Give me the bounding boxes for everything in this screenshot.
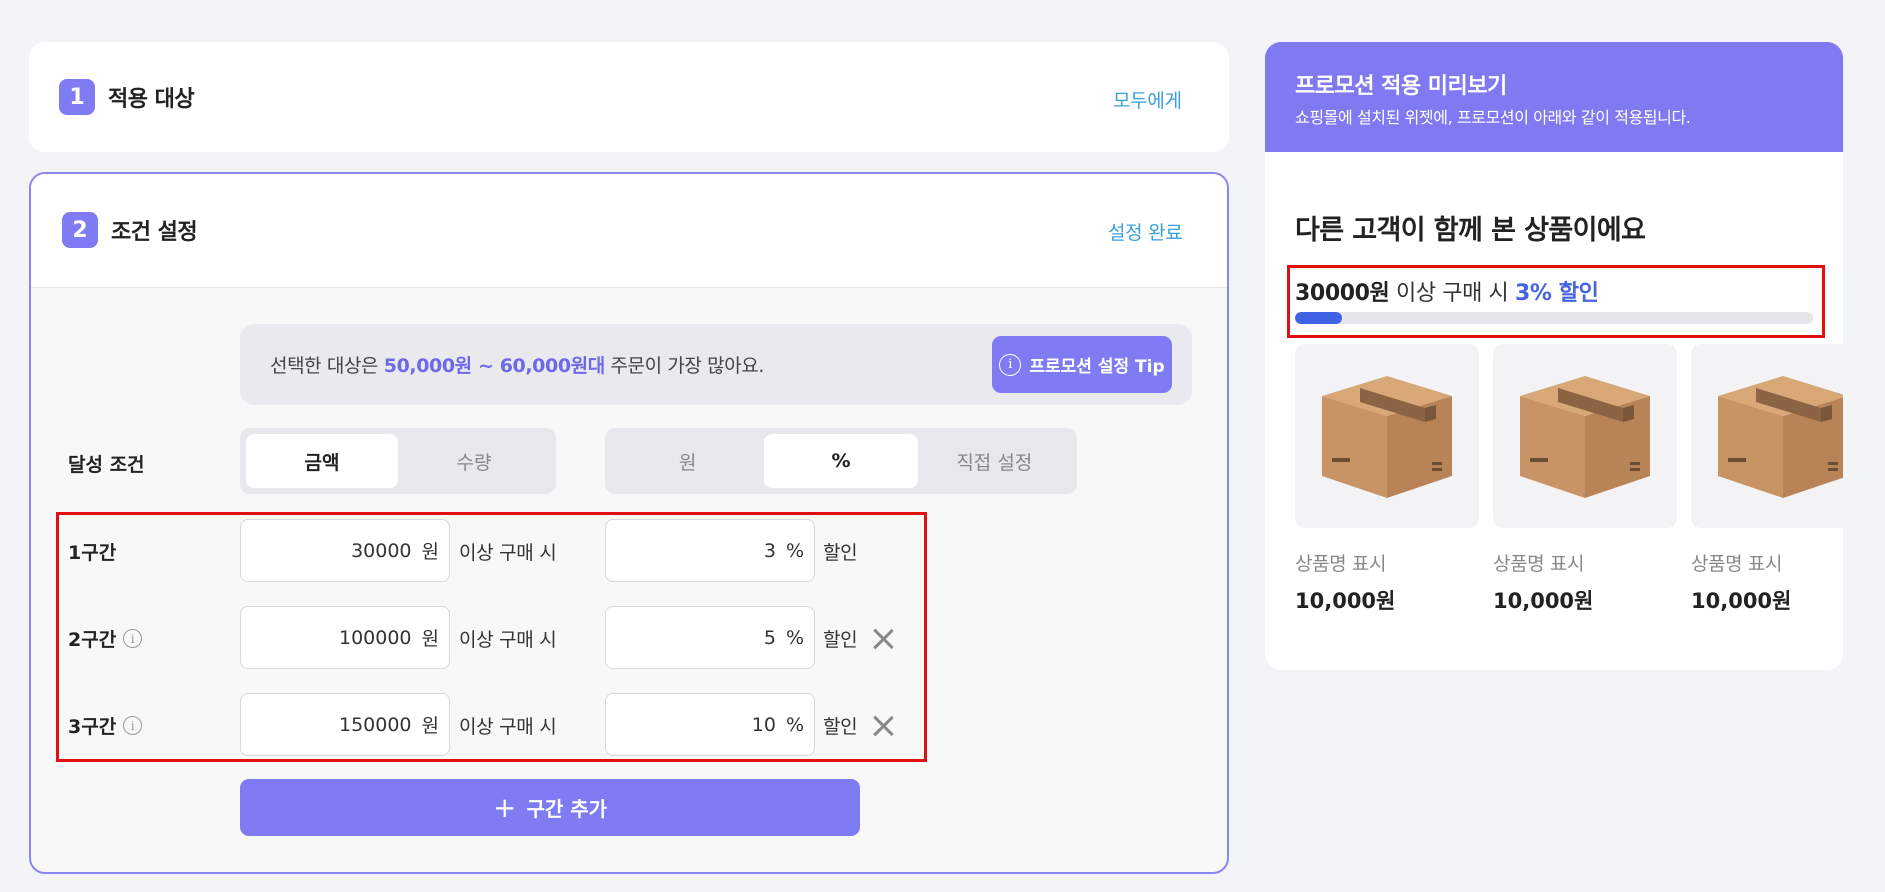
tier-3-discount-unit: % <box>785 713 804 736</box>
tier-1-amount-field[interactable]: 원 <box>240 519 450 582</box>
order-insight-text: 선택한 대상은 50,000원 ~ 60,000원대 주문이 가장 많아요. <box>270 351 764 378</box>
tier-2-amount-suffix: 이상 구매 시 <box>459 629 557 651</box>
tier-1-discount-suffix: 할인 <box>823 542 858 564</box>
product-card[interactable]: 상품명 표시 10,000원 <box>1691 344 1843 615</box>
product-carousel: 상품명 표시 10,000원 상품명 표시 10,000원 상품명 표시 10,… <box>1295 344 1843 644</box>
tier-2-amount-field[interactable]: 원 <box>240 606 450 669</box>
condition-card-header: 2 조건 설정 설정 완료 <box>31 174 1227 288</box>
promotion-tip-label: 프로모션 설정 Tip <box>1029 357 1165 377</box>
tier-3-amount-field[interactable]: 원 <box>240 693 450 756</box>
info-icon: i <box>999 353 1022 376</box>
discount-won-option[interactable]: 원 <box>611 434 764 488</box>
tier-2-label-text: 2구간 <box>68 629 117 651</box>
product-name: 상품명 표시 <box>1295 553 1387 575</box>
promo-discount: 3% 할인 <box>1514 281 1599 306</box>
tier-1-amount-suffix: 이상 구매 시 <box>459 542 557 564</box>
tier-3-amount-unit: 원 <box>421 715 439 737</box>
tier-1-amount-unit: 원 <box>421 541 439 563</box>
discount-percent-option[interactable]: % <box>764 434 918 488</box>
tier-2-remove-icon[interactable] <box>870 626 896 652</box>
step2-number-badge: 2 <box>62 212 98 248</box>
product-image <box>1691 344 1843 528</box>
tier-2-amount-unit: 원 <box>421 628 439 650</box>
tier-2-discount-suffix: 할인 <box>823 629 858 651</box>
tier-3-discount-suffix: 할인 <box>823 716 858 738</box>
step2-title: 조건 설정 <box>111 220 198 245</box>
promo-amount: 30000원 <box>1295 281 1390 306</box>
tier-3-discount-input[interactable] <box>635 713 776 736</box>
condition-label: 달성 조건 <box>68 454 145 476</box>
insight-suffix: 주문이 가장 많아요. <box>604 355 764 377</box>
tier-1-discount-input[interactable] <box>635 539 776 562</box>
tier-3-amount-input[interactable] <box>271 713 412 736</box>
promotion-tip-button[interactable]: i 프로모션 설정 Tip <box>992 336 1172 393</box>
plus-icon: + <box>492 790 517 824</box>
step1-number-badge: 1 <box>59 79 95 115</box>
product-name: 상품명 표시 <box>1691 553 1783 575</box>
step2-header: 2 조건 설정 <box>62 212 198 248</box>
promo-progress-fill <box>1295 312 1342 324</box>
preview-header: 프로모션 적용 미리보기 쇼핑몰에 설치된 위젯에, 프로모션이 아래와 같이 … <box>1265 42 1843 152</box>
product-image <box>1493 344 1677 528</box>
tier-3-label-text: 3구간 <box>68 716 117 738</box>
tier-3-info-icon[interactable]: i <box>123 716 143 735</box>
promo-progress-bar <box>1295 312 1813 324</box>
condition-type-toggle: 금액 수량 <box>240 428 556 494</box>
tier-1-discount-field[interactable]: % <box>605 519 815 582</box>
target-all-button[interactable]: 모두에게 <box>1113 86 1182 113</box>
condition-card: 2 조건 설정 설정 완료 선택한 대상은 50,000원 ~ 60,000원대… <box>29 172 1229 874</box>
tier-2-label: 2구간 i <box>68 625 143 652</box>
tier-3-discount-field[interactable]: % <box>605 693 815 756</box>
tier-2-discount-field[interactable]: % <box>605 606 815 669</box>
step1-header: 1 적용 대상 <box>59 79 195 115</box>
condition-quantity-option[interactable]: 수량 <box>398 434 550 488</box>
discount-type-toggle: 원 % 직접 설정 <box>605 428 1077 494</box>
product-card[interactable]: 상품명 표시 10,000원 <box>1295 344 1479 615</box>
promo-message: 30000원 이상 구매 시 3% 할인 <box>1295 275 1599 307</box>
tier-3-amount-suffix: 이상 구매 시 <box>459 716 557 738</box>
order-insight-box: 선택한 대상은 50,000원 ~ 60,000원대 주문이 가장 많아요. i… <box>240 324 1192 405</box>
tier-1-label: 1구간 <box>68 538 116 565</box>
box-icon <box>1322 376 1452 498</box>
settings-complete-button[interactable]: 설정 완료 <box>1108 218 1183 245</box>
box-icon <box>1718 376 1843 498</box>
insight-prefix: 선택한 대상은 <box>270 355 384 377</box>
step1-title: 적용 대상 <box>108 87 195 112</box>
discount-custom-option[interactable]: 직접 설정 <box>918 434 1071 488</box>
promo-middle: 이상 구매 시 <box>1389 281 1515 306</box>
tier-3-remove-icon[interactable] <box>870 713 896 739</box>
product-price: 10,000원 <box>1691 589 1792 613</box>
box-icon <box>1520 376 1650 498</box>
product-name: 상품명 표시 <box>1493 553 1585 575</box>
tier-2-discount-unit: % <box>785 626 804 649</box>
add-tier-label: 구간 추가 <box>526 797 608 821</box>
tier-2-info-icon[interactable]: i <box>123 629 143 648</box>
tier-2-discount-input[interactable] <box>635 626 776 649</box>
tier-3-label: 3구간 i <box>68 712 143 739</box>
tier-2-amount-input[interactable] <box>271 626 412 649</box>
promotion-preview-panel: 프로모션 적용 미리보기 쇼핑몰에 설치된 위젯에, 프로모션이 아래와 같이 … <box>1265 42 1843 670</box>
product-price: 10,000원 <box>1295 589 1396 613</box>
condition-amount-option[interactable]: 금액 <box>246 434 398 488</box>
product-image <box>1295 344 1479 528</box>
product-price: 10,000원 <box>1493 589 1594 613</box>
tier-1-amount-input[interactable] <box>271 539 412 562</box>
target-card: 1 적용 대상 모두에게 <box>29 42 1229 152</box>
insight-highlight: 50,000원 ~ 60,000원대 <box>383 355 605 377</box>
product-card[interactable]: 상품명 표시 10,000원 <box>1493 344 1677 615</box>
add-tier-button[interactable]: + 구간 추가 <box>240 779 860 836</box>
tier-1-discount-unit: % <box>785 539 804 562</box>
preview-subtitle: 쇼핑몰에 설치된 위젯에, 프로모션이 아래와 같이 적용됩니다. <box>1295 108 1691 127</box>
widget-title: 다른 고객이 함께 본 상품이에요 <box>1295 215 1646 246</box>
preview-title: 프로모션 적용 미리보기 <box>1295 74 1507 99</box>
tier-1-label-text: 1구간 <box>68 542 117 564</box>
